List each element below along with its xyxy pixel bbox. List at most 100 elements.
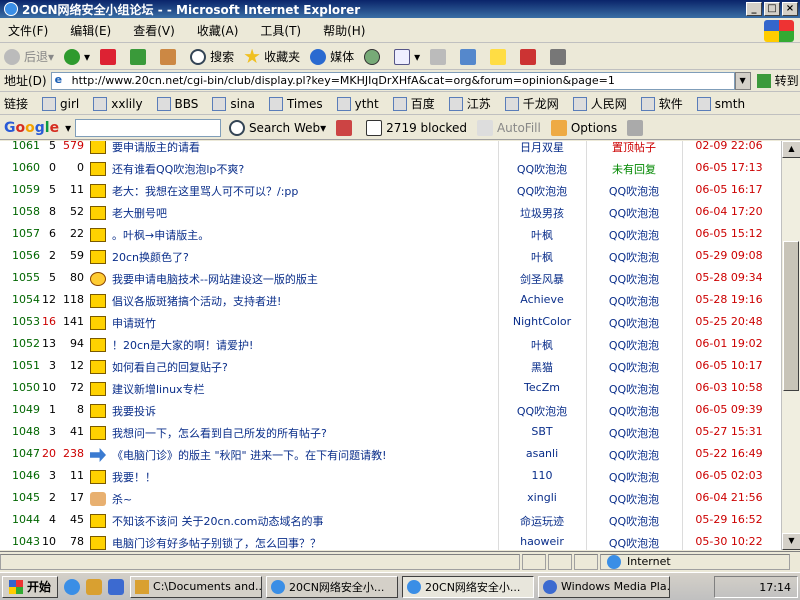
last-poster-link[interactable]: 置顶帖子	[586, 141, 682, 155]
author-link[interactable]: 日月双星	[500, 141, 584, 155]
vertical-scrollbar[interactable]: ▲ ▼	[781, 141, 800, 550]
link-item[interactable]: smth	[696, 96, 745, 111]
popup-blocker-button[interactable]: 2719 blocked	[366, 119, 467, 136]
last-poster-link[interactable]: QQ吹泡泡	[586, 447, 682, 463]
stop-button[interactable]	[100, 48, 120, 65]
task-ie-1[interactable]: 20CN网络安全小...	[266, 575, 399, 598]
link-item[interactable]: 软件	[640, 95, 683, 112]
last-poster-link[interactable]: QQ吹泡泡	[586, 205, 682, 221]
print-button[interactable]	[430, 48, 450, 65]
table-row[interactable]: 1047 20 238 《电脑门诊》的版主 "秋阳" 进来一下。在下有问题请教! asa…	[0, 444, 781, 466]
menu-edit[interactable]: 编辑(E)	[70, 22, 111, 39]
last-poster-link[interactable]: QQ吹泡泡	[586, 249, 682, 265]
edit-button[interactable]	[460, 48, 480, 65]
link-item[interactable]: 人民网	[572, 95, 627, 112]
thread-title-link[interactable]: 不知该不该问 关于20cn.com动态域名的事	[112, 513, 324, 529]
task-ie-2[interactable]: 20CN网络安全小...	[402, 575, 535, 598]
last-poster-link[interactable]: QQ吹泡泡	[586, 381, 682, 397]
author-link[interactable]: 黑猫	[500, 359, 584, 375]
author-link[interactable]: 剑圣风暴	[500, 271, 584, 287]
last-poster-link[interactable]: QQ吹泡泡	[586, 513, 682, 529]
table-row[interactable]: 1053 16 141 申请斑竹 NightColor QQ吹泡泡 05-25 20:48	[0, 312, 781, 334]
table-row[interactable]: 1059 5 11 老大：我想在这里骂人可不可以？/:pp QQ吹泡泡 QQ吹泡泡 06-0…	[0, 180, 781, 202]
author-link[interactable]: QQ吹泡泡	[500, 403, 584, 419]
link-item[interactable]: ytht	[336, 96, 379, 111]
back-button[interactable]: 后退 ▾	[4, 48, 54, 65]
link-item[interactable]: 江苏	[448, 95, 491, 112]
table-row[interactable]: 1049 1 8 我要投诉 QQ吹泡泡 QQ吹泡泡 06-05 09:39	[0, 400, 781, 422]
search-web-button[interactable]: Search Web ▾	[228, 119, 326, 136]
history-button[interactable]	[364, 48, 384, 65]
media-button[interactable]: 媒体	[310, 48, 354, 65]
go-button[interactable]: 转到	[756, 72, 799, 89]
mail-button[interactable]: ▾	[394, 48, 420, 65]
forward-button[interactable]: ▾	[64, 48, 90, 65]
minimize-button[interactable]: _	[746, 2, 762, 16]
refresh-button[interactable]	[130, 48, 150, 65]
table-row[interactable]: 1050 10 72 建议新增linux专栏 TecZm QQ吹泡泡 06-03 10:58	[0, 378, 781, 400]
thread-title-link[interactable]: 要申请版主的请看	[112, 141, 200, 155]
options-button[interactable]: Options	[550, 119, 617, 136]
table-row[interactable]: 1060 0 0 还有谁看QQ吹泡泡lp不爽? QQ吹泡泡 未有回复 06-05 17:13	[0, 158, 781, 180]
menu-file[interactable]: 文件(F)	[8, 22, 48, 39]
scroll-thumb[interactable]	[783, 241, 799, 391]
home-button[interactable]	[160, 48, 180, 65]
last-poster-link[interactable]: QQ吹泡泡	[586, 469, 682, 485]
author-link[interactable]: SBT	[500, 425, 584, 438]
last-poster-link[interactable]: QQ吹泡泡	[586, 293, 682, 309]
link-item[interactable]: Times	[268, 96, 323, 111]
last-poster-link[interactable]: 未有回复	[586, 161, 682, 177]
thread-title-link[interactable]: 我要申请电脑技术--网站建设这一版的版主	[112, 271, 318, 287]
link-item[interactable]: xxlily	[93, 96, 143, 111]
menu-view[interactable]: 查看(V)	[133, 22, 175, 39]
table-row[interactable]: 1055 5 80 我要申请电脑技术--网站建设这一版的版主 剑圣风暴 QQ吹泡泡 05-2…	[0, 268, 781, 290]
thread-title-link[interactable]: 《电脑门诊》的版主 "秋阳" 进来一下。在下有问题请教!	[112, 447, 387, 463]
research-button[interactable]	[550, 48, 570, 65]
link-item[interactable]: 千龙网	[504, 95, 559, 112]
author-link[interactable]: NightColor	[500, 315, 584, 328]
task-media-player[interactable]: Windows Media Pla...	[538, 575, 671, 598]
thread-title-link[interactable]: 申请斑竹	[112, 315, 156, 331]
author-link[interactable]: 垃圾男孩	[500, 205, 584, 221]
author-link[interactable]: 命运玩迹	[500, 513, 584, 529]
menu-favorites[interactable]: 收藏(A)	[197, 22, 239, 39]
last-poster-link[interactable]: QQ吹泡泡	[586, 403, 682, 419]
thread-title-link[interactable]: 。叶枫→申请版主。	[112, 227, 209, 243]
thread-title-link[interactable]: 还有谁看QQ吹泡泡lp不爽?	[112, 161, 244, 177]
last-poster-link[interactable]: QQ吹泡泡	[586, 359, 682, 375]
ie-quicklaunch-icon[interactable]	[64, 578, 81, 595]
search-button[interactable]: 搜索	[190, 48, 234, 65]
table-row[interactable]: 1051 3 12 如何看自己的回复贴子? 黑猫 QQ吹泡泡 06-05 10:17	[0, 356, 781, 378]
thread-title-link[interactable]: 20cn换颜色了?	[112, 249, 189, 265]
thread-title-link[interactable]: 电脑门诊有好多帖子别锁了，怎么回事？？	[112, 535, 321, 550]
author-link[interactable]: 110	[500, 469, 584, 482]
author-link[interactable]: asanli	[500, 447, 584, 460]
last-poster-link[interactable]: QQ吹泡泡	[586, 315, 682, 331]
table-row[interactable]: 1048 3 41 我想问一下，怎么看到自己所发的所有帖子? SBT QQ吹泡泡 05-27…	[0, 422, 781, 444]
author-link[interactable]: haoweir	[500, 535, 584, 548]
author-link[interactable]: QQ吹泡泡	[500, 183, 584, 199]
author-link[interactable]: 叶枫	[500, 337, 584, 353]
thread-title-link[interactable]: 倡议各版斑猪搞个活动，支持者进!	[112, 293, 281, 309]
media-quicklaunch-icon[interactable]	[108, 578, 125, 595]
link-item[interactable]: BBS	[156, 96, 198, 111]
news-button[interactable]	[336, 119, 356, 136]
maximize-button[interactable]: □	[764, 2, 780, 16]
thread-title-link[interactable]: 如何看自己的回复贴子?	[112, 359, 228, 375]
start-button[interactable]: 开始	[2, 575, 59, 598]
table-row[interactable]: 1046 3 11 我要！！ 110 QQ吹泡泡 06-05 02:03	[0, 466, 781, 488]
author-link[interactable]: 叶枫	[500, 227, 584, 243]
author-link[interactable]: Achieve	[500, 293, 584, 306]
table-row[interactable]: 1056 2 59 20cn换颜色了? 叶枫 QQ吹泡泡 05-29 09:08	[0, 246, 781, 268]
desktop-quicklaunch-icon[interactable]	[86, 578, 103, 595]
address-input[interactable]: http://www.20cn.net/cgi-bin/club/display…	[50, 71, 735, 90]
table-row[interactable]: 1057 6 22 。叶枫→申请版主。 叶枫 QQ吹泡泡 06-05 15:12	[0, 224, 781, 246]
author-link[interactable]: 叶枫	[500, 249, 584, 265]
last-poster-link[interactable]: QQ吹泡泡	[586, 183, 682, 199]
thread-title-link[interactable]: 杀~	[112, 491, 132, 507]
last-poster-link[interactable]: QQ吹泡泡	[586, 491, 682, 507]
table-row[interactable]: 1058 8 52 老大删号吧 垃圾男孩 QQ吹泡泡 06-04 17:20	[0, 202, 781, 224]
messenger-button[interactable]	[520, 48, 540, 65]
last-poster-link[interactable]: QQ吹泡泡	[586, 227, 682, 243]
table-row[interactable]: 1043 10 78 电脑门诊有好多帖子别锁了，怎么回事？？ haoweir QQ吹泡泡 0…	[0, 532, 781, 550]
